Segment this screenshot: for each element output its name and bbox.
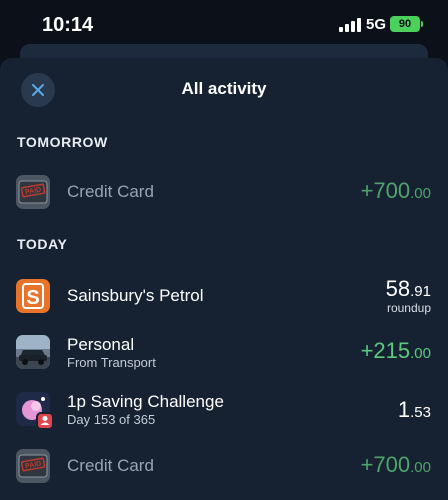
credit-card-paid-icon: PAID (16, 175, 50, 209)
item-title: Credit Card (67, 182, 154, 201)
amount-decimal: .00 (410, 185, 431, 202)
amount-main: 58 (385, 276, 411, 301)
list-item[interactable]: Personal From Transport +215.00 (0, 326, 448, 378)
amount-decimal: .00 (410, 459, 431, 476)
list-item[interactable]: PAID Credit Card +700.00 (0, 440, 448, 492)
battery-icon: 90 (390, 16, 420, 32)
list-item[interactable]: 1p Saving Challenge Day 153 of 365 1.53 (0, 383, 448, 435)
status-bar: 10:14 5G 90 (0, 0, 448, 50)
item-amount: 58.91 (386, 276, 431, 302)
list-item[interactable]: S Sainsbury's Petrol 58.91 roundup (0, 270, 448, 322)
credit-card-paid-icon: PAID (16, 449, 50, 483)
amount-decimal: .91 (410, 283, 431, 300)
savings-challenge-icon (16, 392, 54, 430)
car-photo-icon (16, 335, 50, 369)
network-label: 5G (366, 16, 387, 33)
list-item[interactable]: PAID Credit Card +700.00 (0, 166, 448, 218)
sainsburys-logo-icon: S (16, 279, 50, 313)
item-amount: +215.00 (361, 338, 431, 364)
amount-decimal: .53 (410, 404, 431, 421)
item-title: Credit Card (67, 456, 154, 475)
item-amount: +700.00 (361, 178, 431, 204)
item-title: Personal (67, 335, 135, 354)
activity-sheet: All activity TOMORROW PAID Credit Card +… (0, 58, 448, 500)
svg-text:S: S (26, 287, 39, 309)
item-amount: 1.53 (398, 397, 431, 423)
item-title: 1p Saving Challenge (67, 392, 224, 411)
battery-level: 90 (398, 18, 412, 30)
signal-icon (339, 18, 361, 32)
amount-main: +215 (360, 338, 411, 363)
item-amount: +700.00 (361, 452, 431, 478)
item-title: Sainsbury's Petrol (67, 286, 204, 305)
section-header-today: TODAY (17, 236, 68, 252)
status-time: 10:14 (42, 14, 94, 36)
section-header-tomorrow: TOMORROW (17, 134, 108, 150)
item-subtitle: Day 153 of 365 (67, 412, 156, 427)
amount-main: +700 (360, 178, 411, 203)
amount-decimal: .00 (410, 345, 431, 362)
amount-main: +700 (360, 452, 411, 477)
amount-main: 1 (397, 397, 411, 422)
item-subtitle: From Transport (67, 355, 156, 370)
sheet-title: All activity (181, 79, 267, 98)
battery-tip (421, 21, 423, 27)
amount-note: roundup (386, 301, 431, 315)
